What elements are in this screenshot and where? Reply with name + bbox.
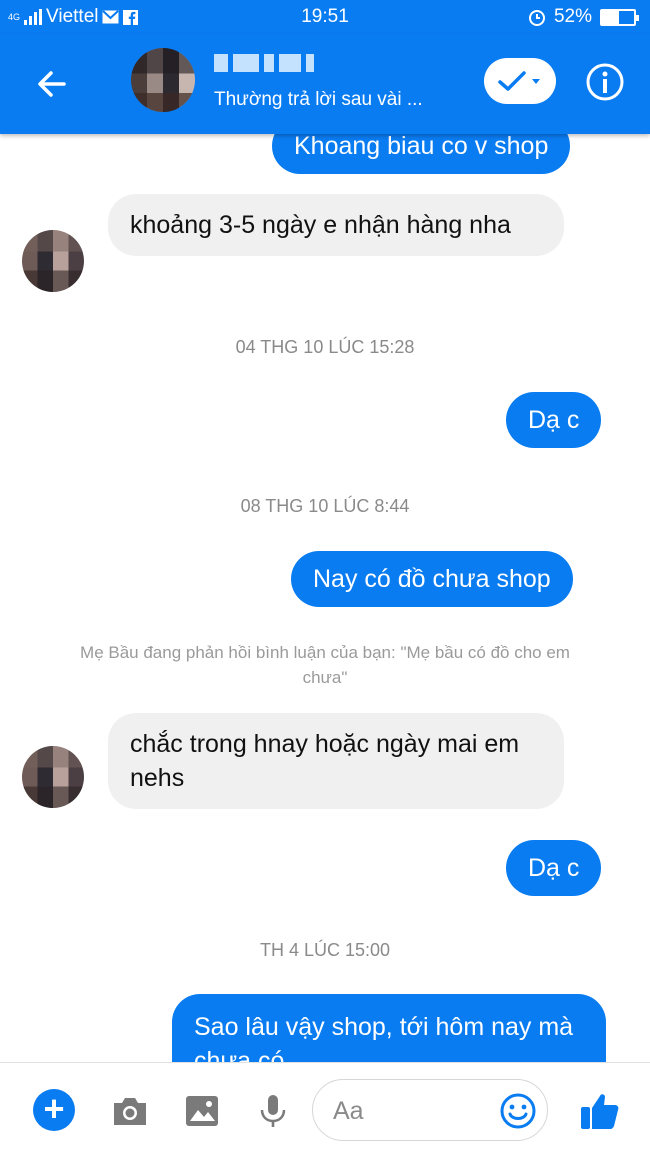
message-input-container[interactable] [312,1079,548,1141]
battery-icon [600,8,639,26]
message-incoming[interactable]: chắc trong hnay hoặc ngày mai em nehs [108,713,564,809]
plus-icon[interactable]: + [33,1089,75,1131]
image-icon[interactable] [182,1091,222,1131]
camera-icon[interactable] [110,1091,150,1131]
message-outgoing[interactable]: Khoang biau co v shop [272,134,571,174]
check-status-button[interactable] [484,58,556,104]
message-outgoing[interactable]: Sao lâu vậy shop, tới hôm nay mà chưa có [172,994,606,1062]
composer-bar: + [0,1062,650,1156]
response-time-subtitle: Thường trả lời sau vài ... [214,89,423,110]
timestamp: TH 4 LÚC 15:00 [259,940,391,960]
microphone-icon[interactable] [253,1091,293,1131]
contact-name-pixelated[interactable] [214,54,314,72]
reply-notice: Mẹ Bầu đang phản hồi bình luận của bạn: … [80,643,570,687]
status-right: 52% [528,6,639,28]
message-input[interactable] [333,1094,483,1128]
message-incoming[interactable]: khoảng 3-5 ngày e nhận hàng nha [108,194,564,256]
status-bar: 4G Viettel 19:51 52% [0,0,650,34]
sender-avatar[interactable] [22,230,84,292]
timestamp: 04 THG 10 LÚC 15:28 [235,337,415,357]
contact-avatar[interactable] [131,48,195,112]
battery-percent: 52% [553,6,592,27]
message-outgoing[interactable]: Dạ c [506,392,602,448]
timestamp: 08 THG 10 LÚC 8:44 [240,496,410,516]
message-list[interactable]: Khoang biau co v shop khoảng 3-5 ngày e … [0,134,650,1062]
info-icon[interactable] [585,62,625,102]
check-dropdown-icon [498,71,540,91]
message-outgoing[interactable]: Nay có đồ chưa shop [291,551,573,607]
thumbs-up-icon[interactable] [578,1089,622,1133]
back-arrow-icon[interactable] [32,64,72,104]
sender-avatar[interactable] [22,746,84,808]
message-outgoing[interactable]: Dạ c [506,840,602,896]
conversation-header: Thường trả lời sau vài ... [0,34,650,134]
alarm-icon [528,10,545,26]
battery-fill [602,10,619,24]
emoji-icon[interactable] [499,1092,537,1130]
